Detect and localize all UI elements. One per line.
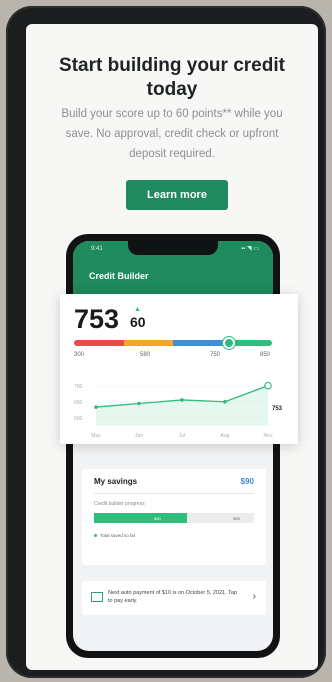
score-change: 60 — [130, 314, 146, 330]
app-title: Credit Builder — [89, 271, 149, 281]
auto-payment-notice[interactable]: Next auto payment of $10 is on October 5… — [82, 581, 266, 615]
chart-point — [223, 399, 227, 404]
gauge-segment-good — [173, 340, 223, 346]
progress-fill-value: $90 — [154, 516, 161, 521]
savings-legend: Total saved so far — [94, 533, 135, 538]
gauge-segment-fair — [123, 340, 173, 346]
chart-x-tick: Jun — [135, 433, 143, 439]
calendar-icon — [91, 592, 103, 602]
screen: Start building your credit today Build y… — [26, 24, 318, 670]
divider — [94, 493, 254, 494]
learn-more-button[interactable]: Learn more — [126, 180, 228, 210]
gauge-marker — [223, 337, 235, 349]
progress-total-value: $90 — [233, 516, 240, 521]
chart-point — [94, 405, 98, 409]
savings-amount: $90 — [240, 477, 254, 486]
savings-label: My savings — [94, 477, 138, 486]
gauge-tick: 300 — [74, 352, 85, 358]
gauge-segment-poor — [74, 340, 124, 346]
chart-y-tick: 650 — [74, 400, 83, 406]
promo-subtext: Build your score up to 60 points** while… — [61, 108, 283, 160]
savings-progress-fill — [94, 513, 187, 523]
chart-y-tick: 600 — [74, 416, 83, 422]
status-icons: ▪▪ ◥ ▭ — [241, 246, 259, 252]
legend-text: Total saved so far — [100, 533, 136, 538]
credit-score: 753 — [74, 304, 120, 334]
app-header: 9:41 ▪▪ ◥ ▭ Credit Builder — [73, 241, 273, 301]
chart-x-tick: May — [91, 433, 101, 439]
chart-point — [137, 401, 141, 406]
program-label: Credit builder progress — [94, 501, 145, 507]
score-history-chart: 700 650 600 May Jun Jul Aug Nov — [74, 381, 273, 439]
legend-dot-icon — [94, 534, 97, 538]
chart-y-tick: 700 — [74, 384, 83, 390]
savings-progress-bar — [94, 513, 254, 523]
phone-notch — [128, 241, 218, 255]
gauge-tick: 580 — [140, 352, 151, 358]
credit-score-card: 753 ▲ 60 300 580 750 850 700 650 600 May Jun… — [60, 294, 298, 444]
notice-text: Next auto payment of $10 is on October 5… — [108, 590, 237, 604]
gauge-tick: 750 — [210, 352, 221, 358]
gauge-tick: 850 — [260, 352, 271, 358]
chart-area — [96, 385, 268, 426]
phone-device: Start building your credit today Build y… — [6, 6, 326, 678]
headline: Start building your credit today — [59, 55, 285, 100]
chevron-right-icon[interactable]: › — [253, 591, 256, 602]
chart-x-tick: Aug — [221, 433, 230, 439]
chart-point — [180, 398, 184, 402]
status-time: 9:41 — [91, 246, 103, 252]
chart-x-tick: Nov — [264, 433, 273, 439]
savings-card[interactable]: My savings $90 Credit builder progress $… — [82, 469, 266, 565]
chart-point-label: 753 — [271, 406, 282, 412]
chart-x-tick: Jul — [179, 433, 185, 439]
chart-point — [264, 381, 272, 390]
up-arrow-icon: ▲ — [134, 306, 141, 313]
score-gauge — [74, 340, 272, 346]
